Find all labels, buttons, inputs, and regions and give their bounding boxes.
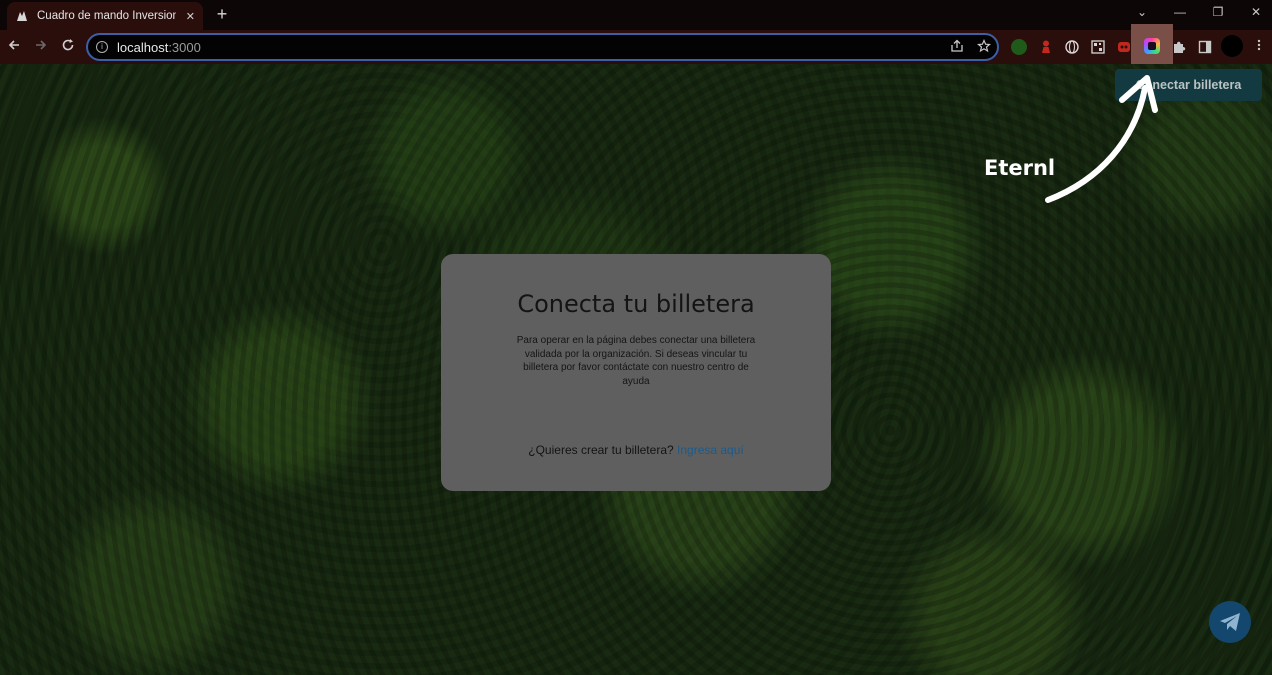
telegram-icon — [1220, 613, 1240, 631]
forward-icon[interactable] — [32, 38, 50, 56]
minimize-icon[interactable]: — — [1168, 4, 1192, 20]
telegram-button[interactable] — [1209, 601, 1251, 643]
url-host: localhost — [117, 39, 169, 55]
profile-avatar[interactable] — [1221, 35, 1243, 57]
create-wallet-link[interactable]: Ingresa aquí — [677, 443, 744, 457]
modal-description: Para operar en la página debes conectar … — [516, 335, 756, 387]
connect-wallet-modal: Conecta tu billetera Para operar en la p… — [441, 254, 831, 491]
modal-title: Conecta tu billetera — [517, 290, 755, 318]
share-icon[interactable] — [950, 39, 964, 56]
restore-icon[interactable]: ❐ — [1206, 4, 1230, 20]
tab-strip: Cuadro de mando Inversionista ✕ + ⌄ — ❐ … — [0, 0, 1272, 30]
eternl-extension-icon[interactable] — [1144, 38, 1160, 54]
red-pawn-extension-icon[interactable] — [1038, 39, 1054, 55]
bookmark-star-icon[interactable] — [976, 38, 992, 56]
tab-search-icon[interactable]: ⌄ — [1130, 4, 1154, 20]
modal-footer-text: ¿Quieres crear tu billetera? — [528, 443, 674, 457]
red-extension-icon[interactable] — [1116, 39, 1132, 55]
page-background: Conectar billetera Eternl Conecta tu bil… — [0, 64, 1272, 675]
green-extension-icon[interactable] — [1011, 39, 1027, 55]
eternl-extension-highlight — [1131, 24, 1173, 64]
modal-footer: ¿Quieres crear tu billetera? Ingresa aqu… — [441, 443, 831, 457]
side-panel-icon[interactable] — [1197, 39, 1213, 55]
address-bar[interactable]: i localhost :3000 — [86, 33, 999, 61]
tab-title: Cuadro de mando Inversionista — [37, 10, 176, 22]
back-icon[interactable] — [5, 38, 23, 56]
close-window-icon[interactable]: ✕ — [1244, 4, 1268, 20]
reload-icon[interactable] — [59, 38, 77, 56]
browser-toolbar: i localhost :3000 — [0, 30, 1272, 64]
site-favicon-icon — [15, 9, 29, 23]
tab-close-icon[interactable]: ✕ — [186, 10, 195, 23]
annotation-arrow-icon — [1045, 75, 1158, 203]
browser-tab[interactable]: Cuadro de mando Inversionista ✕ — [7, 2, 203, 30]
site-info-icon[interactable]: i — [96, 41, 108, 53]
menu-kebab-icon[interactable] — [1250, 38, 1268, 56]
new-tab-button[interactable]: + — [212, 4, 232, 24]
qr-extension-icon[interactable] — [1090, 39, 1106, 55]
puzzle-icon[interactable] — [1171, 39, 1187, 55]
url-port: :3000 — [168, 39, 201, 55]
globe-extension-icon[interactable] — [1064, 39, 1080, 55]
